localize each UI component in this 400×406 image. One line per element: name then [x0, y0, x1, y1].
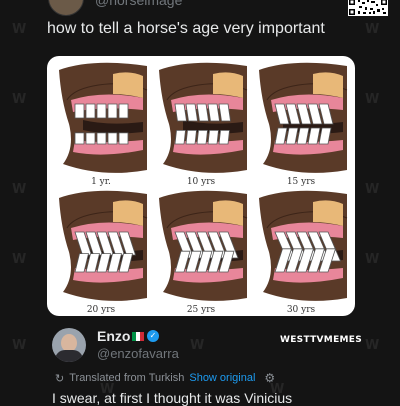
age-label: 10 yrs — [186, 177, 216, 187]
post-image[interactable]: 1 yr. 10 yrs 15 yrs 20 yrs 25 yrs 30 yrs — [47, 56, 355, 316]
translation-bar: ↻ Translated from Turkish Show original … — [55, 371, 275, 385]
watermark-logo: W — [12, 252, 26, 267]
translated-label: Translated from Turkish — [69, 372, 185, 384]
age-label: 15 yrs — [286, 177, 316, 187]
reply-avatar[interactable] — [52, 328, 86, 362]
watermark-logo: W — [12, 22, 26, 37]
age-label: 20 yrs — [86, 305, 116, 315]
reply-post[interactable]: Enzo ✓ @enzofavarra WESTTVMEMES ↻ Transl… — [0, 322, 400, 406]
post-text: how to tell a horse's age very important — [47, 20, 325, 37]
watermark-logo: W — [365, 22, 379, 37]
italy-flag-icon — [132, 332, 144, 341]
show-original-link[interactable]: Show original — [189, 372, 255, 384]
qr-code-icon — [348, 0, 388, 16]
watermark-logo: W — [12, 182, 26, 197]
reply-author-handle[interactable]: @enzofavarra — [97, 346, 179, 361]
watermark-logo: W — [365, 92, 379, 107]
age-label: 1 yr. — [91, 177, 111, 187]
verified-badge-icon: ✓ — [147, 330, 159, 342]
teeth-diagram-5: 25 yrs — [153, 188, 249, 315]
teeth-diagram-3: 15 yrs — [253, 60, 349, 187]
author-handle[interactable]: @horseimage — [95, 0, 182, 8]
age-label: 25 yrs — [186, 305, 216, 315]
brand-watermark: WESTTVMEMES — [280, 335, 362, 345]
watermark-logo: W — [12, 92, 26, 107]
author-avatar[interactable] — [48, 0, 84, 16]
teeth-diagram-1: 1 yr. — [53, 60, 149, 187]
teeth-diagram-4: 20 yrs — [53, 188, 149, 315]
watermark-logo: W — [365, 182, 379, 197]
teeth-diagram-2: 10 yrs — [153, 60, 249, 187]
teeth-diagram-6: 30 yrs — [253, 188, 349, 315]
translate-icon: ↻ — [55, 372, 65, 385]
reply-author-name[interactable]: Enzo — [97, 328, 130, 344]
watermark-logo: W — [365, 252, 379, 267]
reply-text: I swear, at first I thought it was Vinic… — [52, 390, 293, 406]
age-label: 30 yrs — [286, 305, 316, 315]
gear-icon[interactable]: ⚙ — [264, 371, 275, 385]
